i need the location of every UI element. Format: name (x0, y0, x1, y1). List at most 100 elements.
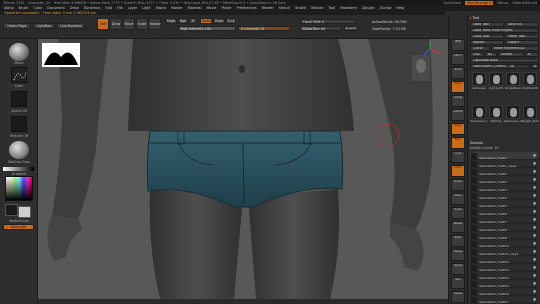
menu-render[interactable]: Render (262, 6, 274, 10)
visibility-eye-icon[interactable] (533, 186, 536, 189)
subtool-row[interactable]: rasmussemi_mesh5 (470, 200, 538, 208)
switch-color-label[interactable]: SwitchColor (0, 219, 38, 223)
visibility-eye-icon[interactable] (533, 226, 536, 229)
paste-tool-button[interactable]: Paste Tool (505, 34, 539, 39)
home-page-button[interactable]: Home Page (3, 23, 31, 29)
menu-texture[interactable]: Texture (311, 6, 323, 10)
tool-thumbnail[interactable] (472, 105, 486, 119)
z-intensity-slider[interactable]: Z Intensity 25 (238, 26, 290, 31)
menu-layer[interactable]: Layer (128, 6, 137, 10)
tool-thumbnail[interactable] (472, 72, 486, 86)
visibility-eye-icon[interactable] (533, 274, 536, 277)
draw-size-slider[interactable]: Draw Size 64 (300, 26, 342, 31)
menu-help[interactable]: Help (396, 6, 404, 10)
menu-stencil[interactable]: Stencil (279, 6, 290, 10)
rgb-button[interactable]: Rgb (178, 18, 188, 24)
visibility-eye-icon[interactable] (533, 266, 536, 269)
tool-thumbnail[interactable] (506, 105, 520, 119)
zcut-button[interactable]: Zcut (226, 18, 236, 24)
view-spix-3-button[interactable]: SPix 3 (451, 53, 465, 65)
import-button[interactable]: Import (470, 40, 504, 45)
menu-picker[interactable]: Picker (222, 6, 232, 10)
goz-visible-button[interactable]: Visible (498, 52, 524, 57)
menu-material[interactable]: Material (188, 6, 202, 10)
alpha-off-icon[interactable] (11, 91, 27, 107)
view-move-button[interactable]: Move (451, 193, 465, 205)
visibility-eye-icon[interactable] (533, 210, 536, 213)
tool-thumbnail[interactable] (523, 105, 537, 119)
current-tool-slider[interactable]: rasmussemi_mesh1 . 48 (470, 64, 530, 69)
load-tools-from-project-button[interactable]: Load Tools From Project (470, 28, 539, 33)
view-aahalf-button[interactable]: AAHalf (451, 109, 465, 121)
subtool-row[interactable]: rasmussemi_mesh8 (470, 224, 538, 232)
subtool-row[interactable]: rasmussemi_mesh9 (470, 232, 538, 240)
visibility-eye-icon[interactable] (533, 290, 536, 293)
menu-alpha[interactable]: Alpha (4, 6, 14, 10)
subtool-row[interactable]: rasmussemi_mesh10 (470, 240, 538, 248)
subtool-row[interactable]: rasmussemi_mesh1_copy1 (470, 160, 538, 168)
view-scale-button[interactable]: Scale (451, 207, 465, 219)
menu-light[interactable]: Light (142, 6, 150, 10)
menu-stroke[interactable]: Stroke (295, 6, 306, 10)
matcap-material-icon[interactable] (9, 141, 29, 159)
gradient-bar[interactable] (3, 167, 34, 171)
scale-button[interactable]: Scale (136, 18, 148, 30)
view-polyf-button[interactable]: PolyF (451, 235, 465, 247)
zadd-button[interactable]: Zadd (200, 18, 212, 24)
tool-thumbnail[interactable] (489, 72, 503, 86)
visibility-eye-icon[interactable] (533, 178, 536, 181)
menu-movie[interactable]: Movie (206, 6, 216, 10)
subtool-row[interactable]: rasmussemi_mesh1 (470, 152, 538, 160)
subtool-row[interactable]: rasmussemi_mesh6 (470, 208, 538, 216)
move-brush-icon[interactable] (9, 43, 29, 61)
subtool-row[interactable]: rasmussemi_mesh1 (470, 168, 538, 176)
subtool-row[interactable]: rasmussemi_mesh17 (470, 296, 538, 304)
view-persp-button[interactable]: Persp (451, 123, 465, 135)
subtool-row[interactable]: rasmussemi_mesh15 (470, 280, 538, 288)
visibility-eye-icon[interactable] (533, 242, 536, 245)
menu-edit[interactable]: Edit (105, 6, 112, 10)
primary-color-swatch[interactable] (5, 204, 18, 216)
lightbox-button[interactable]: LightBox (33, 23, 55, 29)
visibility-eye-icon[interactable] (533, 250, 536, 253)
visibility-eye-icon[interactable] (533, 234, 536, 237)
menu-color[interactable]: Color (33, 6, 42, 10)
tool-thumbnail[interactable] (489, 105, 503, 119)
visibility-eye-icon[interactable] (533, 218, 536, 221)
goz-r-button[interactable]: R (525, 52, 539, 57)
menu-tool[interactable]: Tool (328, 6, 335, 10)
menu-document[interactable]: Document (47, 6, 65, 10)
subtool-row[interactable]: rasmussemi_mesh11_copy1 (470, 248, 538, 256)
lightbox-tools-button[interactable]: Lightbox▸Tools (470, 58, 539, 63)
menu-file[interactable]: File (117, 6, 123, 10)
load-tool-button[interactable]: Load Tool (470, 22, 504, 27)
m-button[interactable]: M (189, 18, 197, 24)
save-as-button[interactable]: Save As (505, 22, 539, 27)
menu-preferences[interactable]: Preferences (237, 6, 257, 10)
view-local-button[interactable]: Local (451, 151, 465, 163)
view-xpose-button[interactable]: Xpose (451, 291, 465, 303)
color-picker[interactable] (5, 176, 33, 201)
view-transp-button[interactable]: Transp (451, 249, 465, 261)
visibility-eye-icon[interactable] (533, 154, 536, 157)
tool-thumbnail[interactable] (523, 72, 537, 86)
alternate-button[interactable]: Alternate (3, 224, 34, 230)
subtool-row[interactable]: rasmussemi_mesh7 (470, 216, 538, 224)
dynamic-button[interactable]: Dynamic (344, 26, 358, 31)
visibility-eye-icon[interactable] (533, 282, 536, 285)
menu-dynamics[interactable]: Dynamics (84, 6, 101, 10)
move-button[interactable]: Move (123, 18, 135, 30)
tool-r-button[interactable]: R (531, 64, 539, 69)
menu-macro[interactable]: Macro (156, 6, 166, 10)
visibility-eye-icon[interactable] (533, 162, 536, 165)
view-rotate-button[interactable]: Rotate (451, 221, 465, 233)
secondary-color-swatch[interactable] (18, 206, 31, 218)
live-boolean-button[interactable]: Live Boolean (57, 23, 85, 29)
draw-button[interactable]: Draw (110, 18, 122, 30)
subtool-row[interactable]: rasmussemi_mesh16 (470, 288, 538, 296)
view-actual-button[interactable]: Actual (451, 95, 465, 107)
subtool-row[interactable]: rasmussemi_mesh2 (470, 176, 538, 184)
menu-brush[interactable]: Brush (19, 6, 29, 10)
texture-off-icon[interactable] (11, 116, 27, 132)
view-zoom-button[interactable]: Zoom (451, 81, 465, 93)
